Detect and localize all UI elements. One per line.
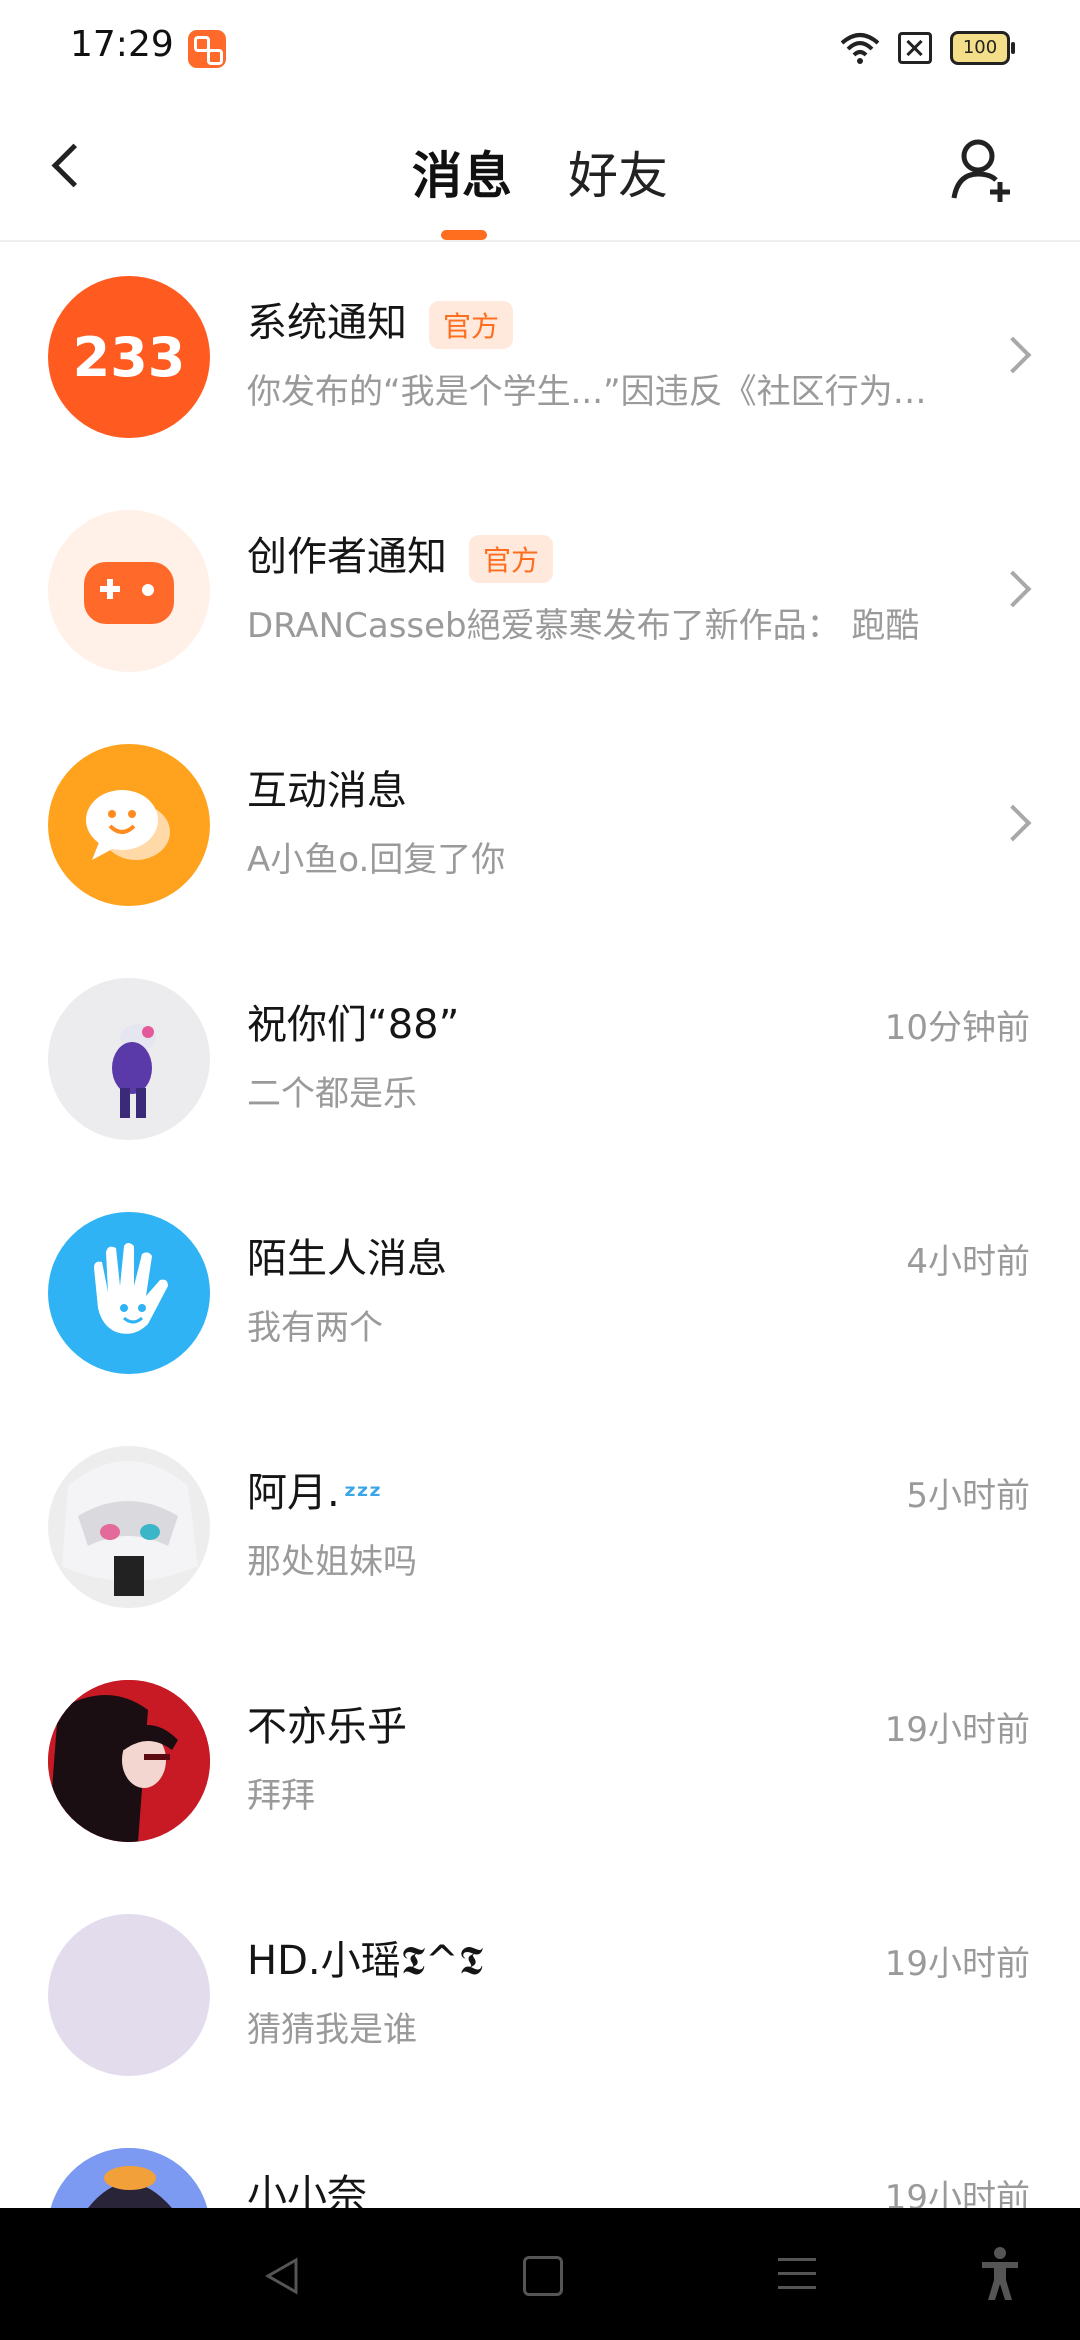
list-item[interactable]: 小小奈 19小时前 [0,2114,1080,2208]
active-tab-indicator [441,230,487,240]
list-item-preview: 我有两个 [247,1308,383,1348]
nav-back-icon[interactable] [262,2256,302,2296]
list-item-preview: 拜拜 [247,1776,315,1816]
list-item-time: 19小时前 [884,1710,1030,1750]
system-avatar: 233 [48,276,210,438]
anime-avatar [48,2148,210,2208]
status-icons: 100 [840,28,1015,68]
avatar [48,1446,210,1608]
list-item-title: 系统通知 官方 [247,290,514,349]
add-friend-icon[interactable] [950,136,1020,206]
list-item-preview: 那处姐妹吗 [247,1542,417,1582]
anime-avatar [62,1461,198,1596]
list-item[interactable]: HD.小瑶𝕿^𝕿 猜猜我是谁 19小时前 [0,1880,1080,2114]
chevron-right-icon [994,804,1032,842]
list-item-title: 阿月. ᶻᶻᶻ [247,1470,382,1516]
stranger-avatar [48,1212,210,1374]
header: 消息 好友 [0,96,1080,242]
tab-friends[interactable]: 好友 [568,136,668,208]
app-notification-icon [188,30,226,68]
wifi-icon [840,33,880,64]
status-bar: 17:29 100 [0,0,1080,96]
no-sim-icon [898,32,932,64]
list-item-title: 小小奈 [247,2172,367,2208]
list-item-time: 10分钟前 [884,1008,1030,1048]
sleep-icon: ᶻᶻᶻ [343,1479,382,1514]
list-item-time: 19小时前 [884,1944,1030,1984]
chevron-right-icon [994,336,1032,374]
wave-hand-icon [94,1243,168,1334]
avatar [48,978,210,1140]
message-list: 233 系统通知 官方 你发布的“我是个学生...”因违反《社区行为… 创作者通知… [0,242,1080,2208]
accessibility-icon[interactable] [980,2246,1020,2302]
list-item-title: 陌生人消息 [247,1236,447,1282]
official-badge: 官方 [429,301,514,349]
creator-avatar [48,510,210,672]
list-item[interactable]: 阿月. ᶻᶻᶻ 那处姐妹吗 5小时前 [0,1412,1080,1646]
gamepad-icon [84,562,174,624]
avatar [48,2148,210,2208]
list-item[interactable]: 陌生人消息 我有两个 4小时前 [0,1178,1080,1412]
chevron-right-icon [994,570,1032,608]
list-item-title: 祝你们“88” [247,1002,460,1048]
list-item[interactable]: 233 系统通知 官方 你发布的“我是个学生...”因违反《社区行为… [0,242,1080,476]
interaction-avatar [48,744,210,906]
list-item-title: 创作者通知 官方 [247,524,554,583]
list-item-time: 4小时前 [906,1242,1030,1282]
battery-icon: 100 [950,31,1015,65]
anime-avatar [48,1680,210,1842]
233-logo-icon: 233 [73,326,186,389]
list-item[interactable]: 祝你们“88” 二个都是乐 10分钟前 [0,944,1080,1178]
list-item-time: 19小时前 [884,2178,1030,2208]
chat-bubble-icon [86,790,170,860]
nav-home-icon[interactable] [523,2256,563,2296]
list-item-title: 互动消息 [247,768,407,814]
list-item-preview: A小鱼o.回复了你 [247,840,506,880]
list-item-preview: 你发布的“我是个学生...”因违反《社区行为… [247,372,927,412]
list-item[interactable]: 互动消息 A小鱼o.回复了你 [0,710,1080,944]
list-item-preview: 猜猜我是谁 [247,2010,417,2050]
list-item-preview: DRANCasseb絕爱慕寒发布了新作品： 跑酷 [247,606,920,646]
list-item[interactable]: 创作者通知 官方 DRANCasseb絕爱慕寒发布了新作品： 跑酷 [0,476,1080,710]
system-nav-bar [0,2208,1080,2340]
list-item-title: HD.小瑶𝕿^𝕿 [247,1938,484,1984]
back-button[interactable] [40,126,100,206]
list-item-title: 不亦乐乎 [247,1704,407,1750]
avatar [48,1680,210,1842]
avatar [48,1914,210,2076]
status-time: 17:29 [70,24,174,65]
list-item-time: 5小时前 [906,1476,1030,1516]
tab-messages[interactable]: 消息 [412,136,512,208]
list-item[interactable]: 不亦乐乎 拜拜 19小时前 [0,1646,1080,1880]
character-avatar [112,1024,156,1118]
official-badge: 官方 [469,535,554,583]
nav-recents-icon[interactable] [778,2258,816,2300]
list-item-preview: 二个都是乐 [247,1074,417,1114]
svg-text:233: 233 [73,326,186,389]
